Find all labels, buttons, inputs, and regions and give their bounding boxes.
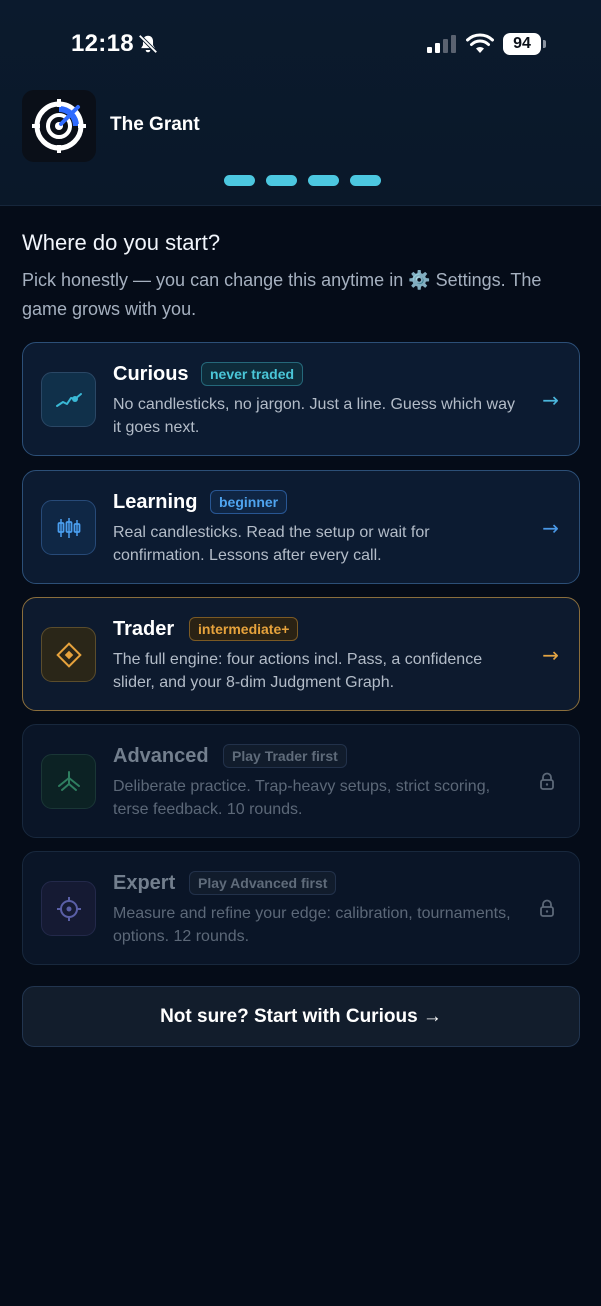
progress-step: [308, 175, 339, 186]
wifi-icon: [466, 33, 494, 53]
level-title: Advanced: [113, 745, 209, 767]
header: 12:18 94 The Grant: [0, 0, 601, 206]
level-card-advanced: Advanced Play Trader first Deliberate pr…: [22, 724, 580, 838]
diamond-target-icon: [41, 627, 96, 682]
level-title: Trader: [113, 618, 175, 640]
level-card-expert: Expert Play Advanced first Measure and r…: [22, 851, 580, 965]
arrow-right-icon: →: [542, 388, 559, 412]
start-curious-button[interactable]: Not sure? Start with Curious →: [22, 986, 580, 1047]
arrow-right-icon: →: [542, 643, 559, 667]
level-title: Learning: [113, 491, 198, 513]
crosshair-icon: [41, 881, 96, 936]
level-badge: never traded: [201, 362, 304, 386]
level-description: Real candlesticks. Read the setup or wai…: [113, 524, 430, 564]
gear-icon: ⚙️: [408, 270, 431, 290]
branch-icon: [41, 754, 96, 809]
level-title: Curious: [113, 363, 189, 385]
status-time: 12:18: [71, 30, 134, 57]
level-card-learning[interactable]: Learning beginner Real candlesticks. Rea…: [22, 470, 580, 584]
level-description: Deliberate practice. Trap-heavy setups, …: [113, 778, 491, 818]
target-logo-icon: [32, 99, 86, 153]
level-title: Expert: [113, 872, 176, 894]
progress-step: [224, 175, 255, 186]
level-description: The full engine: four actions incl. Pass…: [113, 651, 483, 691]
level-badge: Play Advanced first: [189, 871, 337, 895]
level-description: Measure and refine your edge: calibratio…: [113, 905, 511, 945]
lock-icon: [540, 899, 554, 917]
level-card-trader[interactable]: Trader intermediate+ The full engine: fo…: [22, 597, 580, 711]
app-logo: [22, 90, 96, 162]
battery-level: 94: [503, 33, 541, 55]
line-chart-icon: [41, 372, 96, 427]
page-title: Where do you start?: [22, 230, 221, 255]
onboarding-progress: [224, 175, 384, 186]
app-title: The Grant: [110, 114, 200, 135]
battery-icon: 94: [503, 33, 547, 55]
progress-step: [266, 175, 297, 186]
candlestick-icon: [41, 500, 96, 555]
battery-nub: [543, 40, 546, 48]
level-badge: beginner: [210, 490, 288, 514]
status-bar: 12:18 94: [0, 0, 601, 90]
progress-step: [350, 175, 381, 186]
page-subtitle: Pick honestly — you can change this anyt…: [22, 266, 578, 324]
level-description: No candlesticks, no jargon. Just a line.…: [113, 396, 515, 436]
bell-slash-icon: [138, 34, 158, 54]
lock-icon: [540, 772, 554, 790]
level-badge: Play Trader first: [223, 744, 347, 768]
level-card-curious[interactable]: Curious never traded No candlesticks, no…: [22, 342, 580, 456]
arrow-right-icon: →: [542, 516, 559, 540]
subtitle-text-start: Pick honestly — you can change this anyt…: [22, 270, 409, 290]
signal-icon: [427, 35, 456, 53]
level-badge: intermediate+: [189, 617, 299, 641]
